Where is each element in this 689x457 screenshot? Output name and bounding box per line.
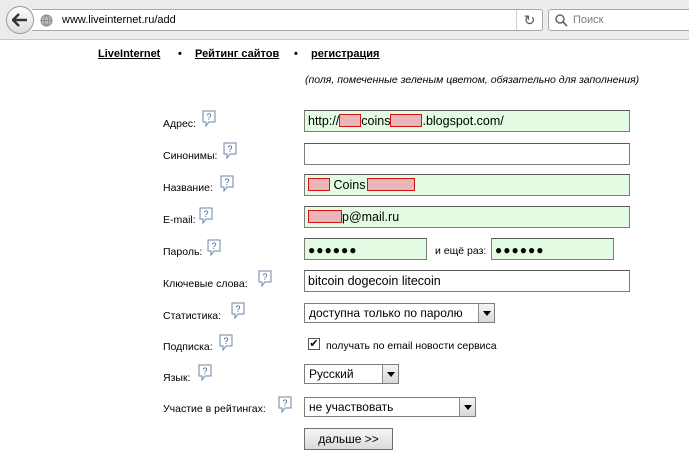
password-repeat-input[interactable]: ●●●●●●	[491, 238, 614, 260]
question-help-icon[interactable]: ?	[202, 110, 216, 127]
back-button[interactable]	[6, 6, 34, 34]
email-label: E-mail:	[163, 214, 196, 226]
redaction-box	[390, 114, 423, 127]
email-value-suffix: p@mail.ru	[342, 210, 400, 224]
next-button[interactable]: дальше >>	[304, 428, 393, 450]
chevron-down-icon[interactable]	[459, 398, 475, 416]
subscription-checkbox[interactable]: ✔	[308, 338, 320, 350]
svg-text:?: ?	[202, 366, 207, 376]
password-repeat-label: и ещё раз:	[435, 245, 487, 257]
svg-text:?: ?	[224, 177, 229, 187]
question-help-icon[interactable]: ?	[198, 364, 212, 381]
svg-text:?: ?	[223, 336, 228, 346]
ratings-selected: не участвовать	[309, 400, 394, 414]
nav-separator: •	[178, 48, 182, 60]
synonyms-input[interactable]	[304, 143, 630, 165]
synonyms-label: Синонимы:	[163, 150, 218, 162]
keywords-label: Ключевые слова:	[163, 278, 248, 290]
search-icon	[555, 14, 568, 27]
language-selected: Русский	[309, 367, 354, 381]
url-text: www.liveinternet.ru/add	[62, 14, 176, 26]
svg-text:?: ?	[203, 209, 208, 219]
svg-text:?: ?	[211, 241, 216, 251]
globe-icon	[40, 14, 53, 27]
question-help-icon[interactable]: ?	[219, 334, 233, 351]
back-arrow-icon	[12, 13, 27, 27]
redaction-box	[367, 178, 416, 191]
svg-text:?: ?	[227, 144, 232, 154]
svg-text:?: ?	[282, 398, 287, 408]
language-select[interactable]: Русский	[304, 364, 399, 384]
password-label: Пароль:	[163, 246, 203, 258]
question-help-icon[interactable]: ?	[278, 396, 292, 413]
svg-text:?: ?	[262, 272, 267, 282]
address-value-suffix: .blogspot.com/	[422, 114, 504, 128]
stats-label: Статистика:	[163, 310, 222, 322]
browser-toolbar: www.liveinternet.ru/add ↻ Поиск	[0, 0, 689, 40]
ratings-label: Участие в рейтингах:	[163, 403, 266, 415]
site-nav: LiveInternet • Рейтинг сайтов • регистра…	[98, 48, 398, 62]
name-label: Название:	[163, 182, 213, 194]
subscription-checkbox-label: получать по email новости сервиса	[326, 340, 497, 352]
keywords-input[interactable]: bitcoin dogecoin litecoin	[304, 270, 630, 292]
question-help-icon[interactable]: ?	[207, 239, 221, 256]
address-input[interactable]: http:// coins .blogspot.com/	[304, 110, 630, 132]
nav-link-registration[interactable]: регистрация	[311, 48, 379, 60]
svg-text:?: ?	[235, 304, 240, 314]
redaction-box	[339, 114, 362, 127]
url-bar[interactable]: www.liveinternet.ru/add ↻	[32, 9, 543, 31]
stats-selected: доступна только по паролю	[309, 306, 463, 320]
name-value-mid: Coins	[333, 178, 366, 192]
stats-select[interactable]: доступна только по паролю	[304, 303, 495, 323]
ratings-select[interactable]: не участвовать	[304, 397, 476, 417]
chevron-down-icon[interactable]	[478, 304, 494, 322]
question-help-icon[interactable]: ?	[199, 207, 213, 224]
question-help-icon[interactable]: ?	[220, 175, 234, 192]
nav-separator: •	[294, 48, 298, 60]
question-help-icon[interactable]: ?	[223, 142, 237, 159]
search-placeholder: Поиск	[573, 14, 604, 26]
search-bar[interactable]: Поиск	[548, 9, 689, 31]
svg-text:?: ?	[206, 112, 211, 122]
question-help-icon[interactable]: ?	[231, 302, 245, 319]
redaction-box	[308, 210, 342, 223]
chevron-down-icon[interactable]	[382, 365, 398, 383]
required-fields-note: (поля, помеченные зеленым цветом, обязат…	[305, 74, 640, 86]
email-input[interactable]: p@mail.ru	[304, 206, 630, 228]
language-label: Язык:	[163, 372, 191, 384]
nav-link-ratings[interactable]: Рейтинг сайтов	[195, 48, 279, 60]
address-label: Адрес:	[163, 118, 196, 130]
redaction-box	[308, 178, 330, 191]
question-help-icon[interactable]: ?	[258, 270, 272, 287]
address-value-prefix: http://	[308, 114, 340, 128]
subscription-label: Подписка:	[163, 341, 213, 353]
address-value-mid: coins	[361, 114, 391, 128]
reload-icon[interactable]: ↻	[516, 10, 542, 30]
nav-link-liveinternet[interactable]: LiveInternet	[98, 48, 160, 60]
password-input[interactable]: ●●●●●●	[304, 238, 427, 260]
name-input[interactable]: Coins	[304, 174, 630, 196]
checkmark-icon: ✔	[309, 337, 319, 350]
